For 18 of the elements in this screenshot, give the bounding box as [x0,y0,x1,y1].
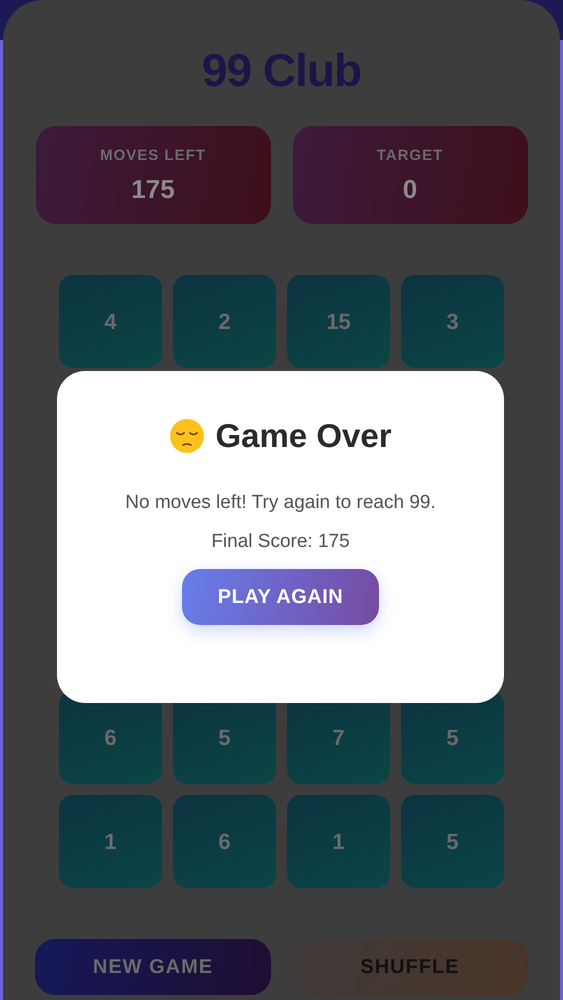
stat-value: 175 [131,174,175,205]
play-again-button[interactable]: PLAY AGAIN [182,569,379,625]
number-tile[interactable]: 1 [287,795,390,888]
final-score: Final Score: 175 [211,531,350,553]
stat-value: 0 [402,174,418,205]
number-tile[interactable]: 6 [173,795,276,888]
new-game-button[interactable]: NEW GAME [35,939,271,995]
number-tile[interactable]: 5 [401,795,504,888]
dialog-message: No moves left! Try again to reach 99. [124,491,437,515]
dialog-title: Game Over [215,417,392,455]
number-tile[interactable]: 1 [59,795,162,888]
stat-label: TARGET [376,147,444,164]
number-tile[interactable]: 2 [173,275,276,368]
number-tile[interactable]: 15 [287,275,390,368]
sad-face-icon [169,418,206,454]
number-tile[interactable]: 3 [401,275,504,368]
number-tile[interactable]: 4 [59,275,162,368]
stat-label: MOVES LEFT [100,147,206,164]
